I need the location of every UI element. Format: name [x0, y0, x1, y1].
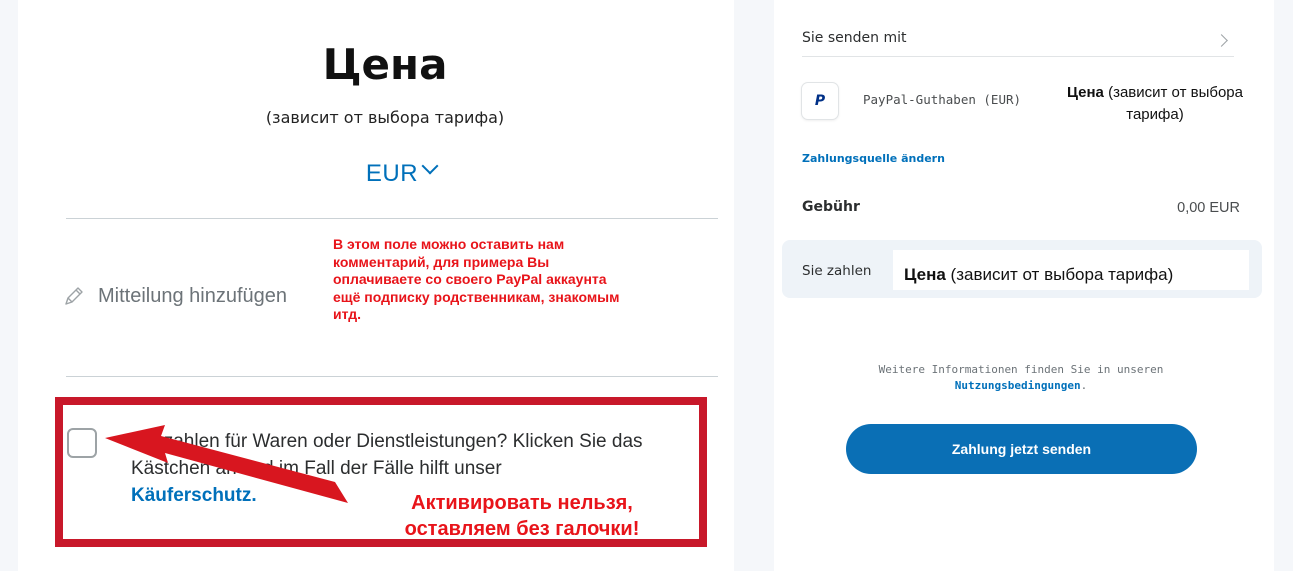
terms-info: Weitere Informationen finden Sie in unse…	[840, 362, 1202, 394]
terms-link[interactable]: Nutzungsbedingungen	[955, 379, 1081, 392]
funding-source-name: PayPal-Guthaben (EUR)	[863, 92, 1022, 107]
activate-annotation: Активировать нельзя, оставляем без галоч…	[362, 490, 682, 542]
price-label: Цена	[904, 265, 946, 284]
price-label: Цена	[1067, 84, 1104, 101]
price-note: (зависит от выбора тарифа)	[945, 265, 1174, 284]
paypal-logo: P	[802, 83, 838, 119]
total-price-annotation: Цена (зависит от выбора тарифа)	[904, 260, 1244, 284]
annotation-line: Активировать нельзя,	[411, 492, 633, 514]
funding-price-annotation: Цена (зависит от выбора тарифа)	[1060, 82, 1250, 126]
send-with-row[interactable]: Sie senden mit	[802, 18, 1234, 57]
change-funding-source-link[interactable]: Zahlungsquelle ändern	[802, 152, 945, 165]
terms-info-text: Weitere Informationen finden Sie in unse…	[878, 363, 1164, 376]
total-label: Sie zahlen	[802, 263, 872, 279]
annotation-line: оставляем без галочки!	[404, 518, 640, 540]
send-payment-button[interactable]: Zahlung jetzt senden	[846, 424, 1197, 474]
fee-value: 0,00 EUR	[1177, 200, 1240, 216]
fee-label: Gebühr	[802, 199, 860, 215]
chevron-right-icon	[1215, 34, 1228, 47]
price-note: (зависит от выбора тарифа)	[1103, 84, 1243, 123]
terms-period: .	[1080, 379, 1088, 392]
send-with-label: Sie senden mit	[802, 30, 907, 46]
